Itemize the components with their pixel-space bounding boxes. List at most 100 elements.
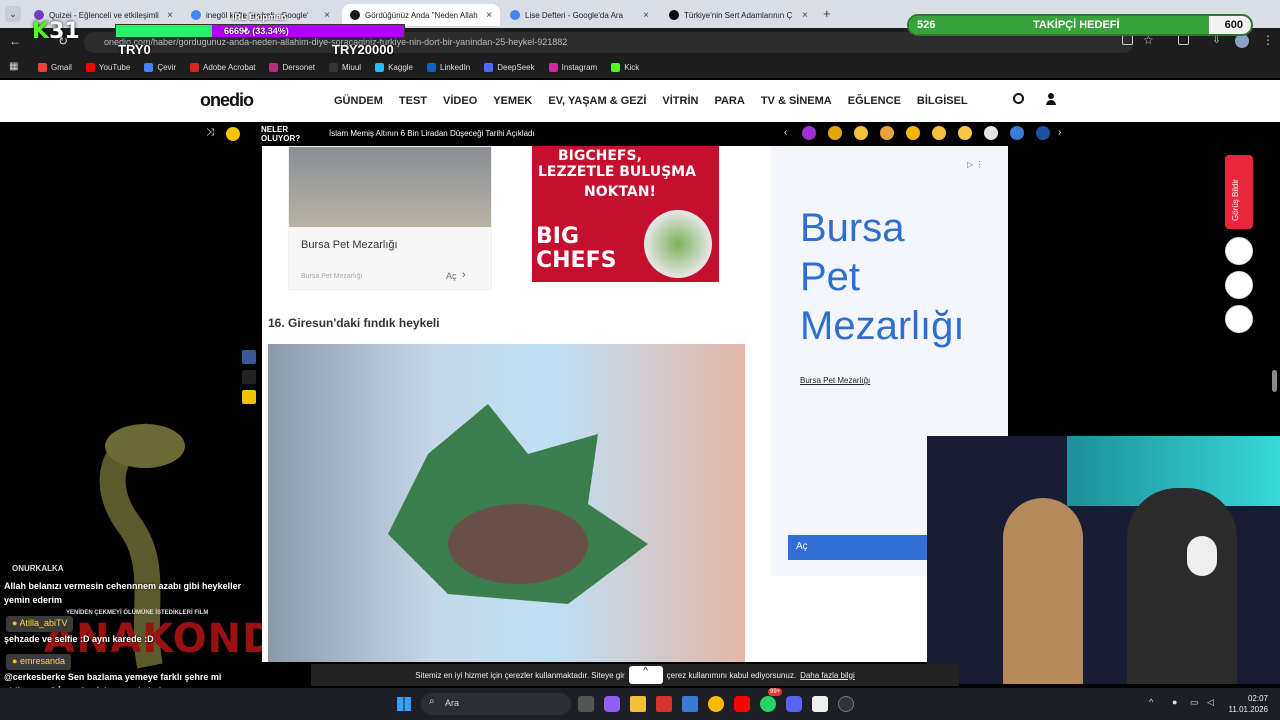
reaction-1-icon[interactable] bbox=[802, 126, 816, 140]
nav-video[interactable]: VİDEO bbox=[443, 95, 477, 107]
bookmark-kick[interactable]: Kick bbox=[611, 62, 639, 72]
bookmark-dersonet[interactable]: Dersonet bbox=[269, 62, 315, 72]
ad-card-open-button[interactable]: Aç bbox=[446, 271, 457, 281]
adchoices-icon[interactable]: ▷ ⋮ bbox=[967, 160, 983, 169]
reaction-10-icon[interactable] bbox=[1036, 126, 1050, 140]
news-app-icon[interactable] bbox=[656, 696, 672, 712]
reaction-6-icon[interactable] bbox=[932, 126, 946, 140]
file-explorer-icon[interactable] bbox=[630, 696, 646, 712]
nav-ev-yasam[interactable]: EV, YAŞAM & GEZİ bbox=[548, 95, 646, 107]
nav-yemek[interactable]: YEMEK bbox=[493, 95, 532, 107]
nav-tv-sinema[interactable]: TV & SİNEMA bbox=[761, 95, 832, 107]
reaction-5-icon[interactable] bbox=[906, 126, 920, 140]
pet-ad-card[interactable]: Bursa Pet Mezarlığı Bursa Pet Mezarlığı … bbox=[288, 146, 492, 290]
x-share-icon[interactable] bbox=[242, 370, 256, 384]
store-icon[interactable] bbox=[682, 696, 698, 712]
bigchefs-ad[interactable]: BIGCHEFS, LEZZETLE BULUŞMA NOKTAN! BIG C… bbox=[532, 146, 719, 282]
copilot-icon[interactable] bbox=[604, 696, 620, 712]
news-label-1: NELER bbox=[261, 125, 289, 134]
bookmark-add-icon[interactable] bbox=[1225, 237, 1253, 265]
taskbar-search[interactable]: ⌕ Ara bbox=[421, 693, 571, 715]
miuul-icon bbox=[328, 62, 338, 72]
nav-gundem[interactable]: GÜNDEM bbox=[334, 95, 383, 107]
chrome-icon[interactable] bbox=[708, 696, 724, 712]
bookmark-instagram[interactable]: Instagram bbox=[548, 62, 597, 72]
shuffle-icon[interactable]: ⤨ bbox=[206, 127, 214, 138]
cam-headphones bbox=[1187, 536, 1217, 576]
reaction-2-icon[interactable] bbox=[828, 126, 842, 140]
close-tab-icon[interactable]: × bbox=[802, 10, 808, 21]
reaction-4-icon[interactable] bbox=[880, 126, 894, 140]
news-headline[interactable]: İslam Memiş Altının 6 Bin Liradan Düşece… bbox=[329, 129, 535, 138]
close-tab-icon[interactable]: × bbox=[167, 10, 173, 21]
clock[interactable]: 02:07 11.01.2026 bbox=[1224, 693, 1268, 715]
bookmark-deepseek[interactable]: DeepSeek bbox=[484, 62, 535, 72]
back-icon[interactable]: ← bbox=[9, 34, 21, 48]
nav-test[interactable]: TEST bbox=[399, 95, 427, 107]
acrobat-icon bbox=[190, 62, 199, 72]
youtube-app-icon[interactable] bbox=[734, 696, 750, 712]
install-app-icon[interactable] bbox=[1122, 35, 1133, 45]
try-min-label: TRY0 bbox=[118, 42, 151, 57]
nav-vitrin[interactable]: VİTRİN bbox=[662, 95, 698, 107]
bookmark-label: Dersonet bbox=[282, 62, 315, 72]
tab-search-button[interactable]: ⌄ bbox=[5, 6, 21, 22]
onedio-logo[interactable]: onedio bbox=[200, 90, 254, 111]
discord-icon[interactable] bbox=[786, 696, 802, 712]
menu-kebab-icon[interactable]: ⋮ bbox=[1262, 33, 1274, 47]
nav-bilgisel[interactable]: BİLGİSEL bbox=[917, 95, 968, 107]
feedback-tab[interactable]: Görüş Bildir bbox=[1225, 155, 1253, 229]
nav-para[interactable]: PARA bbox=[714, 95, 744, 107]
tray-chevron-icon[interactable]: ^ bbox=[1149, 697, 1153, 707]
reaction-3-icon[interactable] bbox=[854, 126, 868, 140]
nav-eglence[interactable]: EĞLENCE bbox=[848, 95, 901, 107]
close-tab-icon[interactable]: × bbox=[643, 10, 649, 21]
copy-link-icon[interactable] bbox=[242, 390, 256, 404]
close-tab-icon[interactable]: × bbox=[486, 10, 492, 21]
tab-lise-defteri[interactable]: Lise Defteri - Google'da Ara × bbox=[502, 4, 657, 26]
comments-icon[interactable] bbox=[1225, 271, 1253, 299]
whatsapp-icon[interactable]: 99+ bbox=[760, 688, 783, 712]
cookie-collapse-button[interactable]: ^ bbox=[628, 666, 663, 684]
ticker-next-icon[interactable]: › bbox=[1058, 127, 1061, 138]
user-icon[interactable] bbox=[1046, 93, 1056, 105]
feedback-tab-label: Görüş Bildir bbox=[1231, 179, 1240, 221]
capcut-icon[interactable] bbox=[812, 696, 828, 712]
bookmark-cevir[interactable]: Çevir bbox=[144, 62, 176, 72]
microphone-icon[interactable]: ● bbox=[1172, 697, 1177, 707]
donation-progress-fill bbox=[116, 25, 213, 37]
main-nav: GÜNDEM TEST VİDEO YEMEK EV, YAŞAM & GEZİ… bbox=[334, 95, 968, 107]
bookmark-miuul[interactable]: Miuul bbox=[328, 62, 361, 72]
side-ad-open-button[interactable]: Aç bbox=[788, 535, 948, 560]
profile-avatar[interactable] bbox=[1235, 34, 1249, 48]
ticker-prev-icon[interactable]: ‹ bbox=[784, 127, 787, 138]
search-icon[interactable] bbox=[1013, 93, 1024, 104]
kick-icon bbox=[611, 62, 621, 72]
reaction-8-icon[interactable] bbox=[984, 126, 998, 140]
bookmark-kaggle[interactable]: Kaggle bbox=[375, 62, 413, 72]
reaction-9-icon[interactable] bbox=[1010, 126, 1024, 140]
share-icon[interactable] bbox=[1225, 305, 1253, 333]
apps-grid-icon[interactable]: ▦ bbox=[9, 61, 18, 72]
cookie-more-link[interactable]: Daha fazla bilgi bbox=[800, 671, 855, 680]
new-tab-icon[interactable]: + bbox=[823, 6, 831, 21]
obs-icon[interactable] bbox=[838, 696, 854, 712]
tab-onedio-active[interactable]: Gördüğünüz Anda "Neden Allah × bbox=[342, 4, 500, 26]
task-view-icon[interactable] bbox=[578, 696, 594, 712]
kick-k-icon: K bbox=[32, 19, 50, 44]
windows-start-icon[interactable] bbox=[397, 697, 411, 711]
close-tab-icon[interactable]: × bbox=[324, 10, 330, 21]
follower-goal-bar: 526 TAKİPÇİ HEDEFİ 600 bbox=[907, 14, 1253, 36]
bookmark-linkedin[interactable]: LinkedIn bbox=[427, 62, 470, 72]
page-scrollbar[interactable] bbox=[1272, 370, 1277, 392]
volume-icon[interactable]: ◁ bbox=[1207, 697, 1214, 708]
facebook-share-icon[interactable] bbox=[242, 350, 256, 364]
bookmark-youtube[interactable]: YouTube bbox=[85, 62, 130, 72]
side-ad-link[interactable]: Bursa Pet Mezarlığı bbox=[800, 376, 870, 385]
network-icon[interactable]: ▭ bbox=[1190, 697, 1199, 708]
reaction-7-icon[interactable] bbox=[958, 126, 972, 140]
bookmark-gmail[interactable]: Gmail bbox=[38, 62, 72, 72]
k-label: 31 bbox=[49, 19, 80, 44]
bookmark-acrobat[interactable]: Adobe Acrobat bbox=[190, 62, 255, 72]
tab-tiktok[interactable]: Türkiye'nin Sert Adamlarının Ç × bbox=[661, 4, 816, 26]
